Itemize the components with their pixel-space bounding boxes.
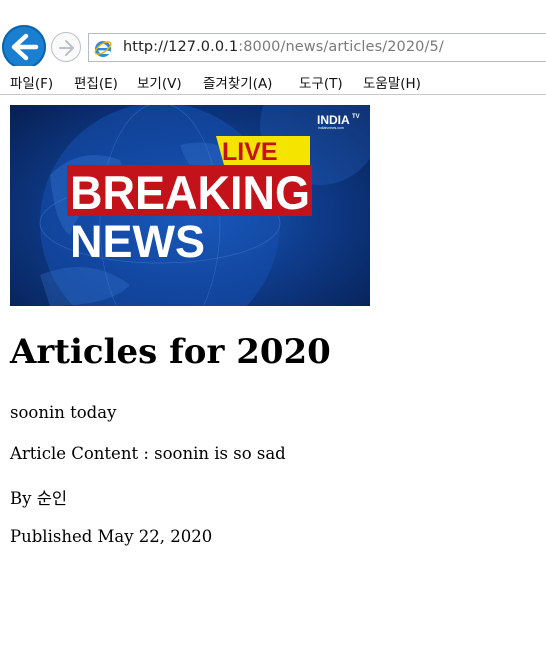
browser-chrome: http://127.0.0.1:8000/news/articles/2020… [0,0,546,96]
menu-edit[interactable]: 편집(E) [74,72,118,92]
banner-graphic: LIVE BREAKING NEWS INDIA TV indiatvnews.… [39,105,370,306]
svg-text:TV: TV [352,114,360,120]
back-button[interactable] [2,25,46,69]
menu-help[interactable]: 도움말(H) [363,72,421,92]
article-content: Article Content : soonin is so sad [10,444,286,463]
forward-arrow-icon [59,40,74,56]
svg-text:indiatvnews.com: indiatvnews.com [318,126,344,130]
url-path: :8000/news/articles/2020/5/ [238,39,444,55]
page-title: Articles for 2020 [10,332,331,372]
menu-file[interactable]: 파일(F) [10,72,53,92]
back-arrow-icon [11,33,39,61]
article-published-date: Published May 22, 2020 [10,527,213,546]
breaking-news-banner: LIVE BREAKING NEWS INDIA TV indiatvnews.… [10,105,370,306]
ie-logo-icon [94,41,112,57]
url-text[interactable]: http://127.0.0.1:8000/news/articles/2020… [123,39,444,55]
address-bar[interactable]: http://127.0.0.1:8000/news/articles/2020… [88,33,546,62]
article-headline: soonin today [10,403,117,422]
news-text: NEWS [70,216,205,267]
svg-text:INDIA: INDIA [317,113,350,127]
menu-favorites[interactable]: 즐겨찾기(A) [203,72,272,92]
live-text: LIVE [222,138,278,166]
url-host: http://127.0.0.1 [123,39,239,55]
forward-button[interactable] [51,32,81,62]
menu-view[interactable]: 보기(V) [137,72,182,92]
menu-bar: 파일(F) 편집(E) 보기(V) 즐겨찾기(A) 도구(T) 도움말(H) [0,66,546,95]
menu-tools[interactable]: 도구(T) [299,72,343,92]
breaking-text: BREAKING [70,166,310,219]
article-author: By 순인 [10,489,68,508]
